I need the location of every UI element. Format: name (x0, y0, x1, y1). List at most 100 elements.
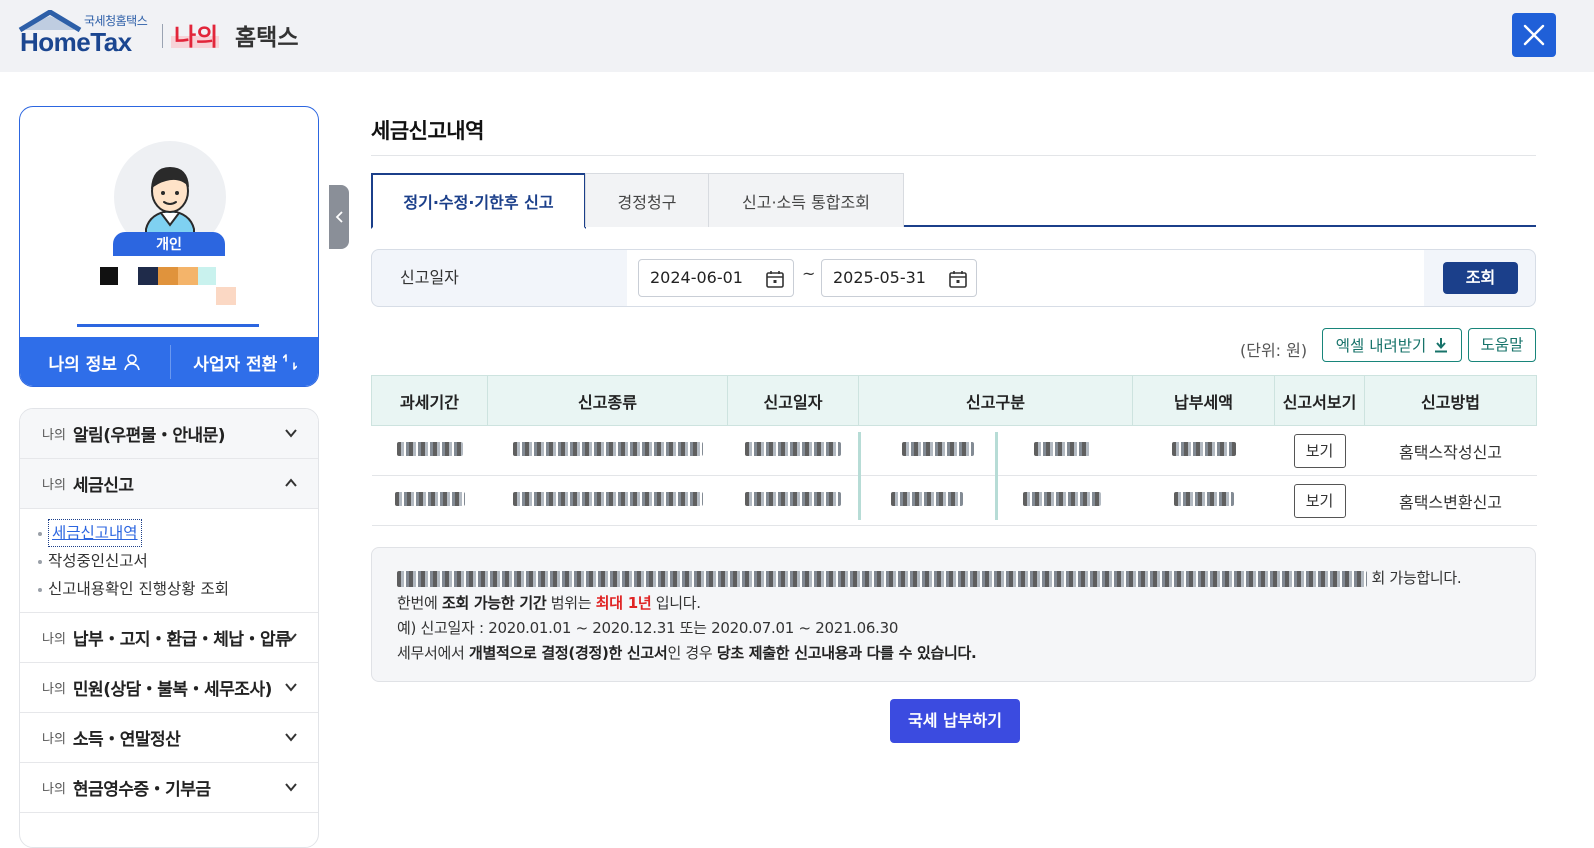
notice-emphasis: 개별적으로 결정(경정)한 신고서 (468, 644, 668, 662)
chevron-down-icon (285, 733, 297, 742)
logo-service-label: 홈택스 (235, 25, 299, 51)
menu-item-income[interactable]: 나의 소득・연말정산 (20, 713, 318, 763)
filing-method-cell: 홈택스작성신고 (1364, 425, 1537, 476)
tab-correction-claim[interactable]: 경정청구 (585, 173, 709, 227)
view-form-button[interactable]: 보기 (1293, 433, 1346, 468)
help-button[interactable]: 도움말 (1468, 328, 1536, 362)
date-range-separator: ~ (802, 264, 816, 283)
submenu-filing-history[interactable]: 세금신고내역 (36, 519, 318, 547)
menu-prefix: 나의 (42, 632, 66, 647)
column-header-filing-category: 신고구분 (858, 375, 1133, 426)
name-underline (77, 324, 259, 327)
tab-integrated-inquiry[interactable]: 신고·소득 통합조회 (708, 173, 904, 227)
search-box: 신고일자 2024-06-01 ~ 2025-05-31 조회 (371, 249, 1536, 307)
logo-my-label: 나의 (174, 23, 219, 51)
masked-user-name (100, 265, 240, 309)
search-button[interactable]: 조회 (1443, 262, 1518, 294)
close-button[interactable] (1512, 13, 1556, 57)
menu-item-cash-receipts[interactable]: 나의 현금영수증・기부금 (20, 763, 318, 813)
menu-item-tax-filing[interactable]: 나의 세금신고 (20, 459, 318, 509)
menu-item-label: 알림(우편물・안내문) (72, 426, 226, 446)
notice-text: 인 경우 (667, 644, 717, 662)
logo-wordmark: HomeTax (20, 27, 132, 57)
masked-notice-text (397, 570, 1367, 587)
pay-national-tax-button[interactable]: 국세 납부하기 (890, 699, 1020, 743)
view-form-button[interactable]: 보기 (1293, 483, 1346, 518)
masked-cell (487, 425, 728, 476)
calendar-icon[interactable] (765, 269, 785, 289)
filing-method-cell: 홈택스변환신고 (1364, 475, 1537, 526)
notice-text: 범위는 (546, 594, 596, 612)
page-title: 세금신고내역 (371, 119, 484, 143)
notice-line-1-tail: 회 가능합니다. (1371, 569, 1462, 587)
submenu-draft-filings[interactable]: 작성중인신고서 (36, 547, 318, 575)
menu-item-label: 소득・연말정산 (72, 730, 181, 750)
table-divider (858, 432, 861, 520)
masked-cell (1132, 425, 1275, 476)
side-menu: 나의 알림(우편물・안내문) 나의 세금신고 세금신고내역 작성중인신고서 신고… (19, 408, 319, 848)
column-header-filing-method: 신고방법 (1364, 375, 1537, 426)
masked-cell (371, 475, 488, 526)
chevron-down-icon (285, 633, 297, 642)
view-cell: 보기 (1274, 475, 1365, 526)
column-header-view-form: 신고서보기 (1274, 375, 1365, 426)
notice-emphasis: 당초 제출한 신고내용과 다를 수 있습니다. (716, 644, 977, 662)
menu-item-civil-petitions[interactable]: 나의 민원(상담・불복・세무조사) (20, 663, 318, 713)
my-info-label: 나의 정보 (48, 354, 117, 375)
date-to-value: 2025-05-31 (833, 268, 926, 287)
column-header-tax-amount: 납부세액 (1132, 375, 1275, 426)
notice-text: 입니다. (651, 594, 701, 612)
sidebar-collapse-handle[interactable] (329, 185, 349, 249)
table-divider (995, 432, 998, 520)
hometax-logo[interactable]: 국세청홈택스 HomeTax (18, 10, 153, 58)
close-icon (1523, 24, 1545, 46)
switch-business-label: 사업자 전환 (193, 354, 278, 375)
date-to-input[interactable]: 2025-05-31 (821, 259, 977, 297)
notice-line-2: 한번에 조회 가능한 기간 범위는 최대 1년 입니다. (397, 592, 701, 613)
chevron-left-icon (335, 211, 343, 223)
menu-item-payment[interactable]: 나의 납부・고지・환급・체납・압류 (20, 613, 318, 663)
menu-item-notifications[interactable]: 나의 알림(우편물・안내문) (20, 409, 318, 459)
masked-cell (727, 425, 859, 476)
calendar-icon[interactable] (948, 269, 968, 289)
notice-line-1: 회 가능합니다. (397, 567, 1462, 588)
menu-item-label: 민원(상담・불복・세무조사) (72, 680, 272, 700)
switch-business-button[interactable]: 사업자 전환 (171, 337, 319, 386)
my-info-button[interactable]: 나의 정보 (20, 337, 170, 386)
filing-tabs: 정기·수정·기한후 신고 경정청구 신고·소득 통합조회 (371, 173, 1536, 229)
menu-prefix: 나의 (42, 732, 66, 747)
menu-item-label: 세금신고 (72, 476, 134, 496)
notice-line-4: 세무서에서 개별적으로 결정(경정)한 신고서인 경우 당초 제출한 신고내용과… (397, 642, 977, 663)
excel-download-button[interactable]: 엑셀 내려받기 (1322, 328, 1462, 362)
user-type-badge: 개인 (113, 232, 225, 256)
column-header-tax-period: 과세기간 (371, 375, 488, 426)
profile-card: 개인 나의 정보 사업자 전환 (19, 106, 319, 387)
tab-regular-filing[interactable]: 정기·수정·기한후 신고 (371, 173, 586, 229)
submenu-label: 세금신고내역 (48, 519, 142, 547)
person-icon (124, 354, 140, 371)
menu-item-label: 납부・고지・환급・체납・압류 (72, 630, 291, 650)
date-from-input[interactable]: 2024-06-01 (638, 259, 794, 297)
menu-item-label: 현금영수증・기부금 (72, 780, 211, 800)
notice-line-3: 예) 신고일자 : 2020.01.01 ~ 2020.12.31 또는 202… (397, 619, 899, 637)
menu-prefix: 나의 (42, 478, 66, 493)
menu-prefix: 나의 (42, 428, 66, 443)
notice-text: 한번에 (397, 594, 442, 612)
filing-history-table: 과세기간 신고종류 신고일자 신고구분 납부세액 신고서보기 신고방법 보기 홈… (371, 375, 1537, 526)
excel-download-label: 엑셀 내려받기 (1335, 337, 1427, 355)
masked-cell (1132, 475, 1275, 526)
notice-box: 회 가능합니다. 한번에 조회 가능한 기간 범위는 최대 1년 입니다. 예)… (371, 547, 1536, 682)
masked-cell (371, 425, 488, 476)
submenu-review-status[interactable]: 신고내용확인 진행상황 조회 (36, 575, 318, 603)
table-row: 보기 홈택스변환신고 (371, 475, 1537, 526)
title-divider (371, 155, 1536, 156)
filing-date-label: 신고일자 (400, 268, 459, 287)
top-header: 국세청홈택스 HomeTax 나의 홈택스 (0, 0, 1594, 72)
column-header-filing-type: 신고종류 (487, 375, 728, 426)
date-from-value: 2024-06-01 (650, 268, 743, 287)
masked-cell (487, 475, 728, 526)
date-range-area: 2024-06-01 ~ 2025-05-31 (627, 250, 1424, 306)
chevron-down-icon (285, 429, 297, 438)
tax-filing-submenu: 세금신고내역 작성중인신고서 신고내용확인 진행상황 조회 (20, 509, 318, 613)
download-icon (1435, 338, 1448, 353)
